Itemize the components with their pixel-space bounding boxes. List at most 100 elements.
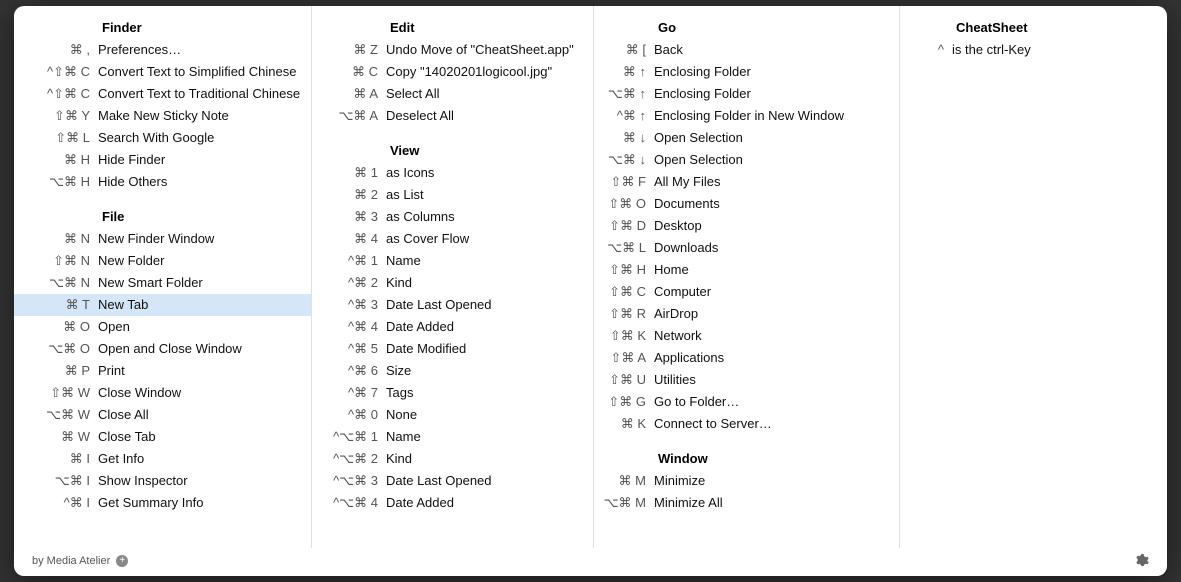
shortcut-keys: ⌘ , xyxy=(14,39,96,61)
shortcut-keys: ^⌘ 2 xyxy=(312,272,384,294)
shortcut-row[interactable]: ⌥⌘ MMinimize All xyxy=(594,492,899,514)
shortcut-label: Hide Finder xyxy=(96,149,165,171)
shortcut-row[interactable]: ⌘ OOpen xyxy=(14,316,311,338)
shortcut-row[interactable]: ⌘ PPrint xyxy=(14,360,311,382)
shortcut-keys: ⇧⌘ N xyxy=(14,250,96,272)
shortcut-row[interactable]: ⌘ ASelect All xyxy=(312,83,593,105)
shortcut-row[interactable]: ⌥⌘ HHide Others xyxy=(14,171,311,193)
shortcut-keys: ^⌥⌘ 1 xyxy=(312,426,384,448)
shortcut-row[interactable]: ^⌘ 1Name xyxy=(312,250,593,272)
section-gap xyxy=(312,127,593,139)
shortcut-row[interactable]: ^⌘ 6Size xyxy=(312,360,593,382)
shortcut-keys: ⌘ 1 xyxy=(312,162,384,184)
shortcut-row[interactable]: ⇧⌘ DDesktop xyxy=(594,215,899,237)
shortcut-row[interactable]: ⇧⌘ CComputer xyxy=(594,281,899,303)
shortcut-row[interactable]: ⌘ WClose Tab xyxy=(14,426,311,448)
shortcut-row[interactable]: ^⌘ 4Date Added xyxy=(312,316,593,338)
shortcut-label: Open xyxy=(96,316,130,338)
shortcut-row[interactable]: ⇧⌘ ODocuments xyxy=(594,193,899,215)
shortcut-row[interactable]: ⇧⌘ GGo to Folder… xyxy=(594,391,899,413)
shortcut-label: Enclosing Folder xyxy=(652,61,751,83)
shortcut-label: Date Last Opened xyxy=(384,294,492,316)
shortcut-row[interactable]: ⇧⌘ WClose Window xyxy=(14,382,311,404)
shortcut-row[interactable]: ^⌘ 7Tags xyxy=(312,382,593,404)
shortcut-keys: ⌥⌘ M xyxy=(594,492,652,514)
shortcut-row[interactable]: ^is the ctrl-Key xyxy=(900,39,1167,61)
shortcut-row[interactable]: ⌘ MMinimize xyxy=(594,470,899,492)
shortcut-row[interactable]: ^⌘ ↑Enclosing Folder in New Window xyxy=(594,105,899,127)
shortcut-row[interactable]: ⇧⌘ FAll My Files xyxy=(594,171,899,193)
shortcut-row[interactable]: ⌘ CCopy "14020201logicool.jpg" xyxy=(312,61,593,83)
plus-icon[interactable]: + xyxy=(116,555,128,567)
shortcut-row[interactable]: ^⌘ IGet Summary Info xyxy=(14,492,311,514)
shortcut-keys: ⌘ P xyxy=(14,360,96,382)
shortcut-row[interactable]: ⇧⌘ RAirDrop xyxy=(594,303,899,325)
shortcut-row[interactable]: ⌘ IGet Info xyxy=(14,448,311,470)
shortcut-row[interactable]: ⌘ ,Preferences… xyxy=(14,39,311,61)
shortcut-keys: ⌥⌘ A xyxy=(312,105,384,127)
shortcut-row[interactable]: ⌘ 4as Cover Flow xyxy=(312,228,593,250)
shortcut-row[interactable]: ⌘ KConnect to Server… xyxy=(594,413,899,435)
shortcut-row[interactable]: ^⇧⌘ CConvert Text to Traditional Chinese xyxy=(14,83,311,105)
shortcut-row[interactable]: ⌥⌘ NNew Smart Folder xyxy=(14,272,311,294)
shortcut-row[interactable]: ⌘ NNew Finder Window xyxy=(14,228,311,250)
shortcut-label: Enclosing Folder in New Window xyxy=(652,105,844,127)
shortcut-keys: ^⌘ 5 xyxy=(312,338,384,360)
shortcut-keys: ⌥⌘ ↑ xyxy=(594,83,652,105)
shortcut-label: Applications xyxy=(652,347,724,369)
shortcut-keys: ^⌘ 4 xyxy=(312,316,384,338)
shortcut-keys: ^⇧⌘ C xyxy=(14,61,96,83)
footer-credit: by Media Atelier xyxy=(32,555,110,567)
shortcut-keys: ⌘ 3 xyxy=(312,206,384,228)
shortcut-keys: ⇧⌘ L xyxy=(14,127,96,149)
column-4: CheatSheet^is the ctrl-Key xyxy=(900,6,1167,548)
shortcut-row[interactable]: ^⌘ 5Date Modified xyxy=(312,338,593,360)
shortcut-row[interactable]: ⇧⌘ KNetwork xyxy=(594,325,899,347)
shortcut-row[interactable]: ⌘ [Back xyxy=(594,39,899,61)
shortcut-label: Utilities xyxy=(652,369,696,391)
shortcut-keys: ⇧⌘ K xyxy=(594,325,652,347)
shortcut-row[interactable]: ^⌘ 0None xyxy=(312,404,593,426)
shortcut-row[interactable]: ⌥⌘ ADeselect All xyxy=(312,105,593,127)
shortcut-row[interactable]: ⌥⌘ IShow Inspector xyxy=(14,470,311,492)
shortcut-row[interactable]: ⇧⌘ LSearch With Google xyxy=(14,127,311,149)
shortcut-row[interactable]: ^⌘ 2Kind xyxy=(312,272,593,294)
shortcut-label: Connect to Server… xyxy=(652,413,772,435)
section-title: Edit xyxy=(312,16,593,39)
shortcut-row[interactable]: ⇧⌘ HHome xyxy=(594,259,899,281)
columns: Finder⌘ ,Preferences…^⇧⌘ CConvert Text t… xyxy=(14,6,1167,548)
shortcut-label: AirDrop xyxy=(652,303,698,325)
shortcut-row[interactable]: ⌘ 2as List xyxy=(312,184,593,206)
shortcut-row[interactable]: ^⇧⌘ CConvert Text to Simplified Chinese xyxy=(14,61,311,83)
shortcut-row[interactable]: ^⌥⌘ 2Kind xyxy=(312,448,593,470)
shortcut-row[interactable]: ⌘ ↓Open Selection xyxy=(594,127,899,149)
shortcut-row[interactable]: ⇧⌘ AApplications xyxy=(594,347,899,369)
shortcut-keys: ⌘ ↓ xyxy=(594,127,652,149)
shortcut-row[interactable]: ⇧⌘ YMake New Sticky Note xyxy=(14,105,311,127)
shortcut-row[interactable]: ⌘ 1as Icons xyxy=(312,162,593,184)
shortcut-row[interactable]: ^⌥⌘ 4Date Added xyxy=(312,492,593,514)
shortcut-row[interactable]: ⌥⌘ WClose All xyxy=(14,404,311,426)
shortcut-keys: ⇧⌘ F xyxy=(594,171,652,193)
shortcut-row[interactable]: ^⌥⌘ 3Date Last Opened xyxy=(312,470,593,492)
shortcut-row[interactable]: ⌘ ZUndo Move of "CheatSheet.app" xyxy=(312,39,593,61)
section-title: Window xyxy=(594,447,899,470)
shortcut-row[interactable]: ^⌥⌘ 1Name xyxy=(312,426,593,448)
shortcut-row[interactable]: ⌘ ↑Enclosing Folder xyxy=(594,61,899,83)
shortcut-label: Date Added xyxy=(384,492,454,514)
shortcut-row[interactable]: ⌘ TNew Tab xyxy=(14,294,311,316)
shortcut-row[interactable]: ⌥⌘ ↑Enclosing Folder xyxy=(594,83,899,105)
shortcut-row[interactable]: ⌥⌘ OOpen and Close Window xyxy=(14,338,311,360)
shortcut-label: Hide Others xyxy=(96,171,167,193)
shortcut-row[interactable]: ⌥⌘ ↓Open Selection xyxy=(594,149,899,171)
shortcut-label: Open Selection xyxy=(652,127,743,149)
gear-icon[interactable] xyxy=(1133,553,1149,569)
shortcut-row[interactable]: ⇧⌘ UUtilities xyxy=(594,369,899,391)
shortcut-row[interactable]: ⌘ 3as Columns xyxy=(312,206,593,228)
shortcut-label: Kind xyxy=(384,272,412,294)
shortcut-row[interactable]: ⌥⌘ LDownloads xyxy=(594,237,899,259)
shortcut-row[interactable]: ^⌘ 3Date Last Opened xyxy=(312,294,593,316)
shortcut-row[interactable]: ⇧⌘ NNew Folder xyxy=(14,250,311,272)
shortcut-keys: ^⌘ 3 xyxy=(312,294,384,316)
shortcut-row[interactable]: ⌘ HHide Finder xyxy=(14,149,311,171)
